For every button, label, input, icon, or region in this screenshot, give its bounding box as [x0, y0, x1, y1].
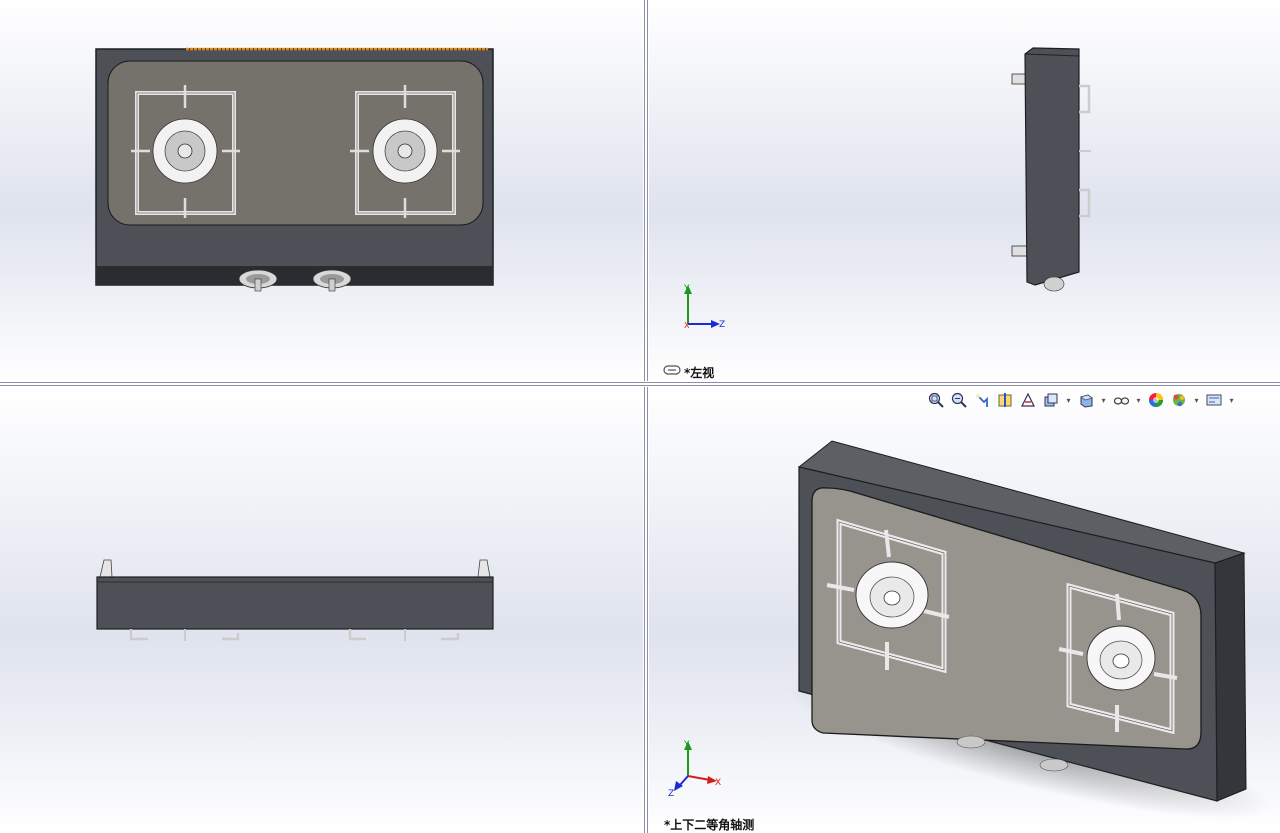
viewport-splitter-vertical[interactable] — [643, 0, 649, 833]
apply-scene-icon[interactable] — [1170, 391, 1188, 409]
axis-triad: Y Z X — [683, 284, 725, 330]
display-style-icon[interactable] — [1077, 391, 1095, 409]
trimetric-view-model[interactable]: Y X Z — [649, 387, 1280, 833]
left-knob — [238, 269, 278, 292]
viewport-front[interactable] — [0, 0, 643, 381]
stove-side-body — [1024, 47, 1080, 286]
zoom-to-fit-icon[interactable] — [927, 391, 945, 409]
stove-top-body — [96, 576, 494, 630]
viewport-top[interactable] — [0, 387, 643, 833]
axis-triad-trimetric: Y X Z — [668, 740, 721, 799]
stove-front-strip — [96, 266, 493, 285]
section-view-icon[interactable] — [996, 391, 1014, 409]
right-knob — [312, 269, 352, 292]
heads-up-view-toolbar: ▾ ▾ ▾ ▾ ▾ — [927, 391, 1235, 409]
view-orientation-icon[interactable] — [1042, 391, 1060, 409]
top-view-model[interactable] — [0, 387, 643, 833]
svg-text:Y: Y — [683, 284, 690, 294]
display-style-dropdown-icon[interactable]: ▾ — [1100, 396, 1107, 405]
view-orientation-dropdown-icon[interactable]: ▾ — [1065, 396, 1072, 405]
apply-scene-dropdown-icon[interactable]: ▾ — [1193, 396, 1200, 405]
view-settings-dropdown-icon[interactable]: ▾ — [1228, 396, 1235, 405]
svg-text:Y: Y — [683, 740, 690, 750]
svg-text:X: X — [684, 321, 690, 330]
viewport-splitter-horizontal[interactable] — [0, 381, 1280, 387]
svg-text:Z: Z — [668, 789, 674, 799]
right-knob-3d — [1039, 758, 1069, 772]
view-settings-icon[interactable] — [1205, 391, 1223, 409]
view-label-trimetric: *上下二等角轴测 — [664, 818, 755, 832]
left-knob-3d — [956, 735, 986, 749]
zoom-to-area-icon[interactable] — [950, 391, 968, 409]
view-label-left: *左视 — [684, 366, 715, 380]
edit-appearance-icon[interactable] — [1147, 391, 1165, 409]
viewport-trimetric[interactable]: ▾ ▾ ▾ ▾ ▾ Y X Z *上下二等角轴测 — [649, 387, 1280, 833]
side-face — [1214, 552, 1247, 802]
svg-text:X: X — [715, 778, 721, 788]
left-view-model[interactable]: Y Z X — [649, 0, 1280, 381]
hide-show-dropdown-icon[interactable]: ▾ — [1135, 396, 1142, 405]
viewport-left[interactable]: Y Z X *左视 — [649, 0, 1280, 381]
hide-show-items-icon[interactable] — [1112, 391, 1130, 409]
link-views-icon[interactable] — [663, 365, 681, 375]
svg-text:Z: Z — [719, 320, 725, 330]
front-view-model[interactable] — [0, 0, 643, 381]
dynamic-annotation-icon[interactable] — [1019, 391, 1037, 409]
previous-view-icon[interactable] — [973, 391, 991, 409]
